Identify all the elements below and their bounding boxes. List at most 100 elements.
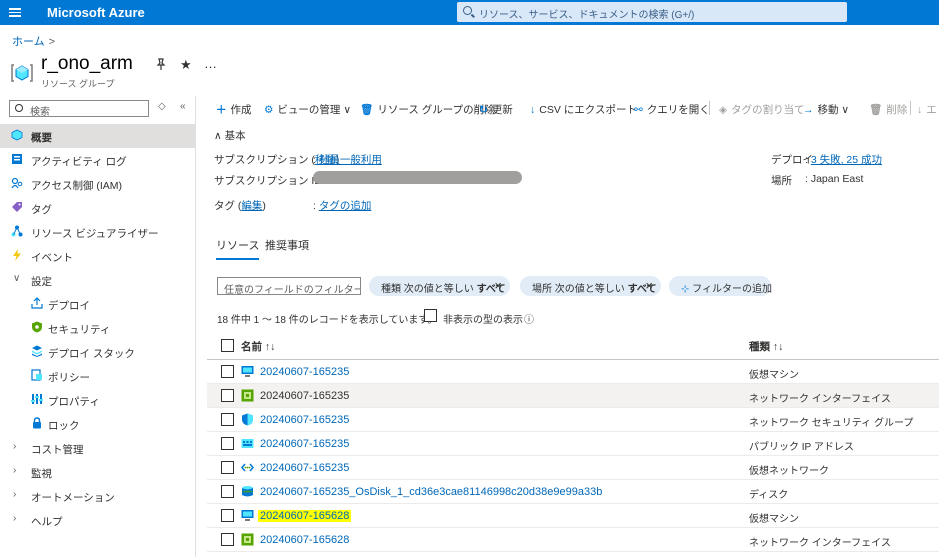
breadcrumb: ホーム > [12, 33, 55, 49]
select-all-checkbox[interactable] [221, 339, 234, 352]
resource-name-link[interactable]: 20240607-165628 [258, 510, 352, 522]
resource-name-link[interactable]: 20240607-165235_OsDisk_1_cd36e3cae811469… [260, 486, 602, 498]
table-row[interactable]: 20240607-165235 仮想ネットワーク [207, 456, 939, 480]
export-template-button[interactable]: ↓ エ [917, 102, 937, 117]
subscription-value: : 社員一般利用 [313, 152, 382, 167]
resource-name-link[interactable]: 20240607-165235 [260, 462, 349, 474]
row-checkbox[interactable] [221, 509, 234, 522]
add-filter-button[interactable]: ⊹ フィルターの追加 [669, 276, 772, 296]
trash-icon: 🗑 [360, 104, 374, 116]
chevron-right-icon: › [13, 465, 17, 476]
location-value: : Japan East [805, 173, 863, 185]
collapse-settings-icon[interactable]: ◇ [158, 101, 166, 112]
table-row[interactable]: 20240607-165235 仮想マシン [207, 360, 939, 384]
sidebar-group-help[interactable]: › ヘルプ [0, 508, 195, 532]
refresh-button[interactable]: ↻ 更新 [479, 102, 513, 117]
table-row[interactable]: 20240607-165628 仮想マシン [207, 504, 939, 528]
add-tags-link[interactable]: タグの追加 [319, 200, 372, 212]
close-icon[interactable]: × [494, 278, 502, 293]
sidebar-item-visualizer[interactable]: リソース ビジュアライザー [0, 220, 195, 244]
row-checkbox[interactable] [221, 461, 234, 474]
delete-button[interactable]: 🗑 削除 [869, 102, 907, 117]
sidebar-item-tags[interactable]: タグ [0, 196, 195, 220]
tab-recommendations[interactable]: 推奨事項 [265, 237, 309, 253]
column-header-type[interactable]: 種類 ↑↓ [749, 339, 783, 354]
deployments-link[interactable]: 3 失敗, 25 成功 [811, 154, 882, 166]
row-checkbox[interactable] [221, 533, 234, 546]
global-search-input[interactable]: リソース、サービス、ドキュメントの検索 (G+/) [457, 2, 847, 22]
tab-resources[interactable]: リソース [216, 237, 260, 260]
show-hidden-types-checkbox[interactable] [424, 309, 437, 322]
sidebar-item-overview[interactable]: 概要 [0, 124, 195, 148]
row-checkbox[interactable] [221, 437, 234, 450]
sidebar-item-iam[interactable]: アクセス制御 (IAM) [0, 172, 195, 196]
filter-input[interactable]: 任意のフィールドのフィルター... [217, 277, 361, 295]
deployment-stack-icon [32, 345, 42, 357]
chevron-down-icon: ∨ [13, 273, 21, 284]
move-button[interactable]: → 移動 ∨ [803, 102, 849, 117]
sidebar-group-settings[interactable]: ∨ 設定 [0, 268, 195, 292]
plus-icon: ＋ [216, 104, 227, 116]
sidebar-item-label: プロパティ [48, 396, 100, 408]
menu-icon[interactable] [9, 6, 21, 18]
delete-resource-group-button[interactable]: 🗑 リソース グループの削除 [360, 102, 495, 117]
add-filter-icon: ⊹ [681, 284, 690, 295]
sidebar-item-label: 設定 [31, 276, 52, 288]
essentials-toggle[interactable]: ∧ 基本 [214, 128, 246, 143]
row-checkbox[interactable] [221, 485, 234, 498]
table-row[interactable]: 20240607-165235_OsDisk_1_cd36e3cae811469… [207, 480, 939, 504]
resource-name-link[interactable]: 20240607-165628 [260, 534, 349, 546]
resource-type: 仮想マシン [749, 370, 799, 381]
sidebar-item-events[interactable]: イベント [0, 244, 195, 268]
sidebar-item-activity-log[interactable]: アクティビティ ログ [0, 148, 195, 172]
tag-icon [12, 202, 22, 212]
breadcrumb-home[interactable]: ホーム [12, 36, 45, 48]
column-header-name[interactable]: 名前 ↑↓ [241, 339, 275, 354]
sidebar-item-security[interactable]: セキュリティ [0, 316, 195, 340]
manage-view-button[interactable]: ⚙ ビューの管理 ∨ [264, 102, 351, 117]
more-options-icon[interactable]: … [204, 56, 217, 71]
location-filter-pill[interactable]: 場所 次の値と等しい すべて × [520, 276, 661, 296]
table-row[interactable]: 20240607-165628 ネットワーク インターフェイス [207, 528, 939, 552]
type-filter-pill[interactable]: 種類 次の値と等しい すべて × [369, 276, 510, 296]
show-hidden-types-label: 非表示の型の表示 [443, 315, 523, 326]
assign-tags-button[interactable]: ◈ タグの割り当て [719, 102, 805, 117]
sidebar-item-policies[interactable]: ポリシー [0, 364, 195, 388]
subscription-link[interactable]: 社員一般利用 [319, 154, 382, 166]
brand-title[interactable]: Microsoft Azure [47, 5, 145, 20]
resource-name-link[interactable]: 20240607-165235 [260, 438, 349, 450]
create-label: 作成 [230, 104, 252, 116]
table-row[interactable]: 20240607-165235 ネットワーク インターフェイス [207, 384, 939, 408]
sidebar-item-properties[interactable]: プロパティ [0, 388, 195, 412]
row-checkbox[interactable] [221, 389, 234, 402]
delete-label: 削除 [886, 104, 908, 116]
event-icon [13, 249, 21, 261]
export-template-label: エ [926, 104, 937, 116]
sidebar-item-deployment-stacks[interactable]: デプロイ スタック [0, 340, 195, 364]
resource-name-link[interactable]: 20240607-165235 [260, 366, 349, 378]
sidebar-search-input[interactable]: 検索 [9, 100, 149, 118]
colon-separator: : [805, 173, 808, 185]
lock-icon [33, 417, 41, 429]
table-row[interactable]: 20240607-165235 パブリック IP アドレス [207, 432, 939, 456]
sidebar-item-locks[interactable]: ロック [0, 412, 195, 436]
create-button[interactable]: ＋作成 [216, 102, 252, 117]
query-icon: ⚯ [634, 104, 643, 116]
collapse-sidebar-icon[interactable]: « [180, 101, 186, 112]
chevron-right-icon: › [13, 489, 17, 500]
row-checkbox[interactable] [221, 365, 234, 378]
sidebar-group-monitoring[interactable]: › 監視 [0, 460, 195, 484]
pin-icon[interactable] [155, 58, 167, 74]
row-checkbox[interactable] [221, 413, 234, 426]
favorite-star-icon[interactable]: ★ [180, 57, 192, 73]
sidebar-group-cost-management[interactable]: › コスト管理 [0, 436, 195, 460]
edit-tags-link[interactable]: 編集 [241, 200, 262, 212]
open-query-button[interactable]: ⚯ クエリを開く [634, 102, 710, 117]
table-row[interactable]: 20240607-165235 ネットワーク セキュリティ グループ [207, 408, 939, 432]
resource-name-link[interactable]: 20240607-165235 [260, 414, 349, 426]
export-csv-button[interactable]: ↓ CSV にエクスポート [530, 102, 637, 117]
close-icon[interactable]: × [645, 278, 653, 293]
sidebar-item-deployments[interactable]: デプロイ [0, 292, 195, 316]
sidebar-group-automation[interactable]: › オートメーション [0, 484, 195, 508]
resource-name-link[interactable]: 20240607-165235 [260, 390, 349, 402]
